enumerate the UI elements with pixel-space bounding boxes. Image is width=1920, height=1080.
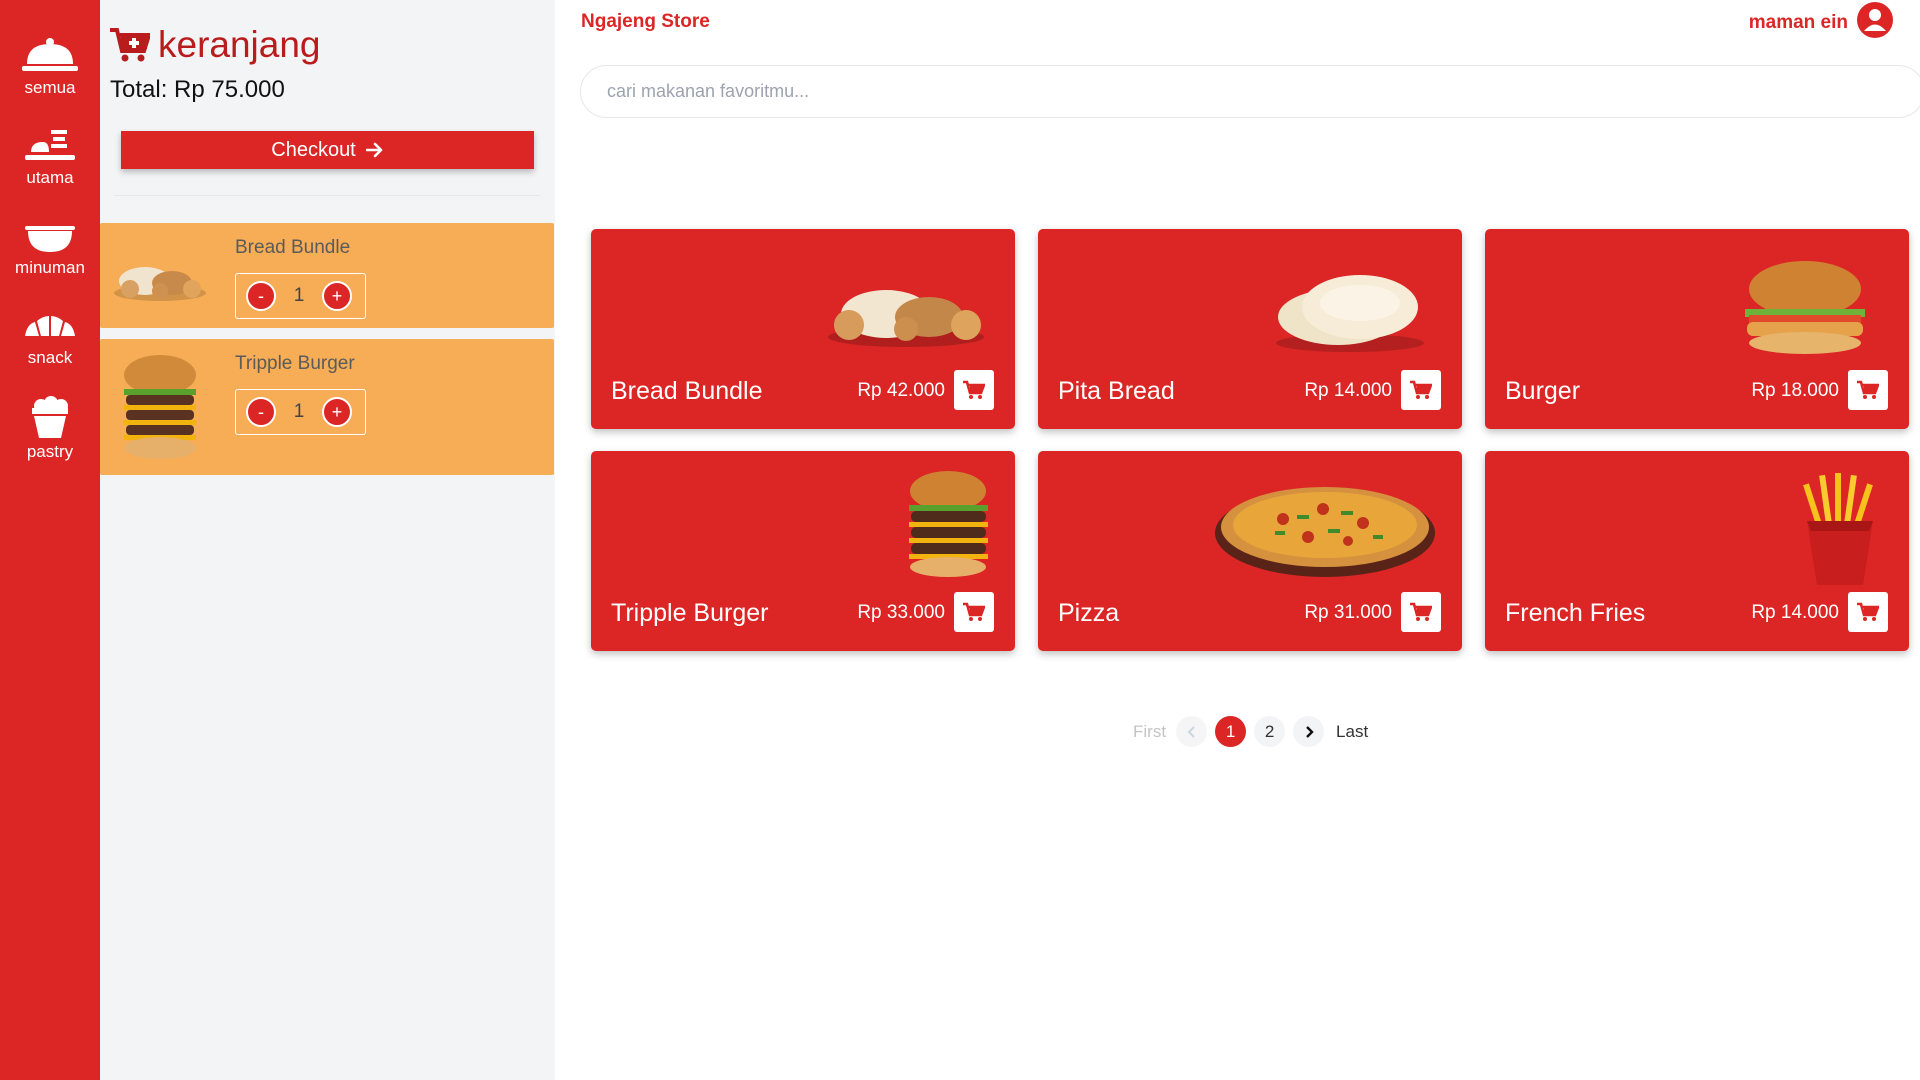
cart-icon <box>963 602 985 621</box>
product-card[interactable]: Tripple Burger Rp 33.000 <box>591 451 1015 651</box>
bread-bundle-thumbnail <box>114 267 206 301</box>
category-minuman[interactable]: minuman <box>0 210 100 296</box>
product-name: Pita Bread <box>1058 377 1175 405</box>
page-1-button[interactable]: 1 <box>1215 716 1247 747</box>
cart-total: Total: Rp 75.000 <box>110 76 285 103</box>
prev-page-button[interactable] <box>1176 716 1208 747</box>
add-to-cart-button[interactable] <box>1848 592 1888 632</box>
cart-title: keranjang <box>158 24 321 65</box>
next-page-button[interactable] <box>1293 716 1325 747</box>
chevron-left-icon <box>1187 725 1195 738</box>
checkout-label: Checkout <box>271 138 356 161</box>
tripple-burger-image <box>909 471 988 577</box>
bowl-icon <box>25 226 75 252</box>
add-to-cart-button[interactable] <box>954 592 994 632</box>
cart-plus-icon <box>110 28 150 62</box>
last-page-link[interactable]: Last <box>1336 722 1368 742</box>
cloche-icon <box>22 38 78 71</box>
product-card[interactable]: Pizza Rp 31.000 <box>1038 451 1462 651</box>
cart-icon <box>963 380 985 399</box>
category-label: snack <box>27 348 73 367</box>
product-price: Rp 33.000 <box>857 602 945 623</box>
product-price: Rp 31.000 <box>1304 602 1392 623</box>
user-icon <box>1864 9 1886 31</box>
product-name: Pizza <box>1058 599 1120 627</box>
arrow-right-icon <box>365 142 383 158</box>
search-input[interactable] <box>580 65 1920 118</box>
product-card[interactable]: French Fries Rp 14.000 <box>1485 451 1909 651</box>
quantity-value: 1 <box>293 285 305 306</box>
add-to-cart-button[interactable] <box>954 370 994 410</box>
product-price: Rp 14.000 <box>1751 602 1839 623</box>
add-to-cart-button[interactable] <box>1401 592 1441 632</box>
french-fries-image <box>1803 473 1873 585</box>
cart-icon <box>1857 380 1879 399</box>
pita-bread-image <box>1276 275 1424 352</box>
cart-icon <box>1410 602 1432 621</box>
product-name: Tripple Burger <box>611 599 769 627</box>
cart-panel: keranjang Total: Rp 75.000 Checkout Brea… <box>100 0 555 1080</box>
product-card[interactable]: Burger Rp 18.000 <box>1485 229 1909 429</box>
croissant-icon <box>25 316 75 336</box>
cart-icon <box>1410 380 1432 399</box>
increase-qty-button[interactable]: + <box>322 281 352 311</box>
quantity-stepper: - 1 + <box>235 389 366 435</box>
category-label: semua <box>24 78 76 97</box>
tripple-burger-thumbnail <box>124 355 196 459</box>
increase-qty-button[interactable]: + <box>322 397 352 427</box>
product-card[interactable]: Pita Bread Rp 14.000 <box>1038 229 1462 429</box>
page-2-button[interactable]: 2 <box>1254 716 1286 747</box>
checkout-button[interactable]: Checkout <box>121 131 534 169</box>
product-name: French Fries <box>1505 599 1646 627</box>
cupcake-icon <box>32 396 68 438</box>
cart-item-name: Tripple Burger <box>235 353 355 374</box>
category-semua[interactable]: semua <box>0 30 100 116</box>
product-name: Bread Bundle <box>611 377 763 405</box>
product-price: Rp 18.000 <box>1751 380 1839 401</box>
category-label: utama <box>26 168 74 187</box>
avatar[interactable] <box>1857 2 1893 38</box>
category-utama[interactable]: utama <box>0 120 100 206</box>
cart-item-name: Bread Bundle <box>235 237 351 258</box>
add-to-cart-button[interactable] <box>1401 370 1441 410</box>
decrease-qty-button[interactable]: - <box>246 397 276 427</box>
store-brand[interactable]: Ngajeng Store <box>581 11 710 33</box>
product-price: Rp 14.000 <box>1304 380 1392 401</box>
pagination: First 1 2 Last <box>1133 716 1368 747</box>
burger-image <box>1745 261 1865 354</box>
product-card[interactable]: Bread Bundle Rp 42.000 <box>591 229 1015 429</box>
cart-heading: keranjang <box>110 24 321 66</box>
add-to-cart-button[interactable] <box>1848 370 1888 410</box>
decrease-qty-button[interactable]: - <box>246 281 276 311</box>
chevron-right-icon <box>1305 725 1314 738</box>
quantity-stepper: - 1 + <box>235 273 366 319</box>
product-price: Rp 42.000 <box>857 380 945 401</box>
category-snack[interactable]: snack <box>0 300 100 386</box>
cart-item: Tripple Burger - 1 + <box>100 339 554 475</box>
cart-icon <box>1857 602 1879 621</box>
category-label: minuman <box>15 258 85 277</box>
cart-item: Bread Bundle - 1 + <box>100 223 554 328</box>
bread-bundle-image <box>828 290 984 347</box>
quantity-value: 1 <box>293 401 305 422</box>
category-label: pastry <box>26 442 74 461</box>
pizza-image <box>1215 487 1435 577</box>
meal-icon <box>25 130 75 160</box>
category-sidebar: semua utama minuman snack pastry <box>0 0 100 1080</box>
cart-divider <box>114 195 540 196</box>
category-pastry[interactable]: pastry <box>0 390 100 476</box>
product-name: Burger <box>1505 377 1581 405</box>
first-page-link[interactable]: First <box>1133 722 1166 742</box>
user-name[interactable]: maman ein <box>1749 12 1848 34</box>
